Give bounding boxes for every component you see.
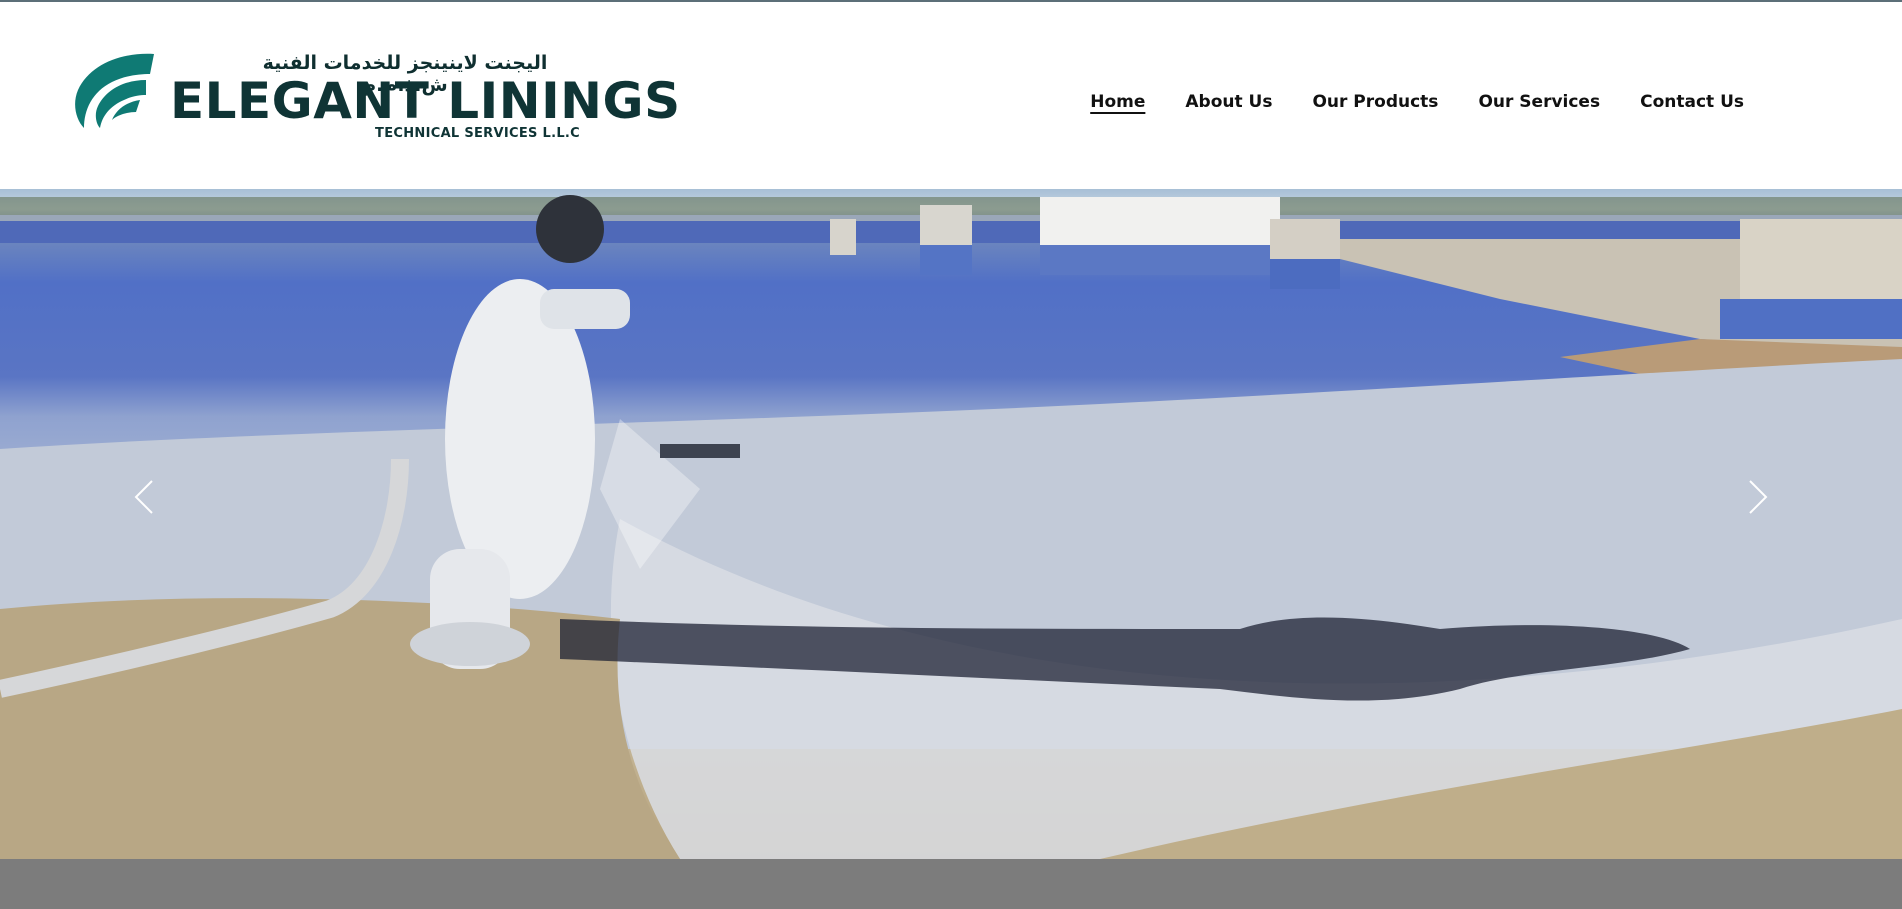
nav-item-our-services[interactable]: Our Services (1478, 92, 1600, 112)
brand-logo[interactable]: اليجنت لاينينجز للخدمات الفنية ش.ذ.م.م E… (70, 40, 680, 150)
chevron-left-icon (134, 480, 153, 514)
nav-item-contact-us[interactable]: Contact Us (1640, 92, 1744, 112)
logo-wordmark: ELEGANT LININGS (170, 72, 681, 130)
nav-item-home[interactable]: Home (1090, 92, 1145, 112)
nav-item-about-us[interactable]: About Us (1185, 92, 1272, 112)
hero-slide-image (0, 195, 1902, 859)
slider-next-button[interactable] (1738, 467, 1778, 527)
chevron-right-icon (1749, 480, 1768, 514)
logo-subtitle: TECHNICAL SERVICES L.L.C (375, 126, 580, 141)
slider-prev-button[interactable] (124, 467, 164, 527)
footer-band (0, 859, 1902, 909)
main-nav: Home About Us Our Products Our Services … (1090, 92, 1744, 112)
logo-mark-icon (75, 53, 154, 128)
nav-item-our-products[interactable]: Our Products (1312, 92, 1438, 112)
site-header: اليجنت لاينينجز للخدمات الفنية ش.ذ.م.م E… (0, 2, 1902, 189)
hero-slider (0, 189, 1902, 859)
